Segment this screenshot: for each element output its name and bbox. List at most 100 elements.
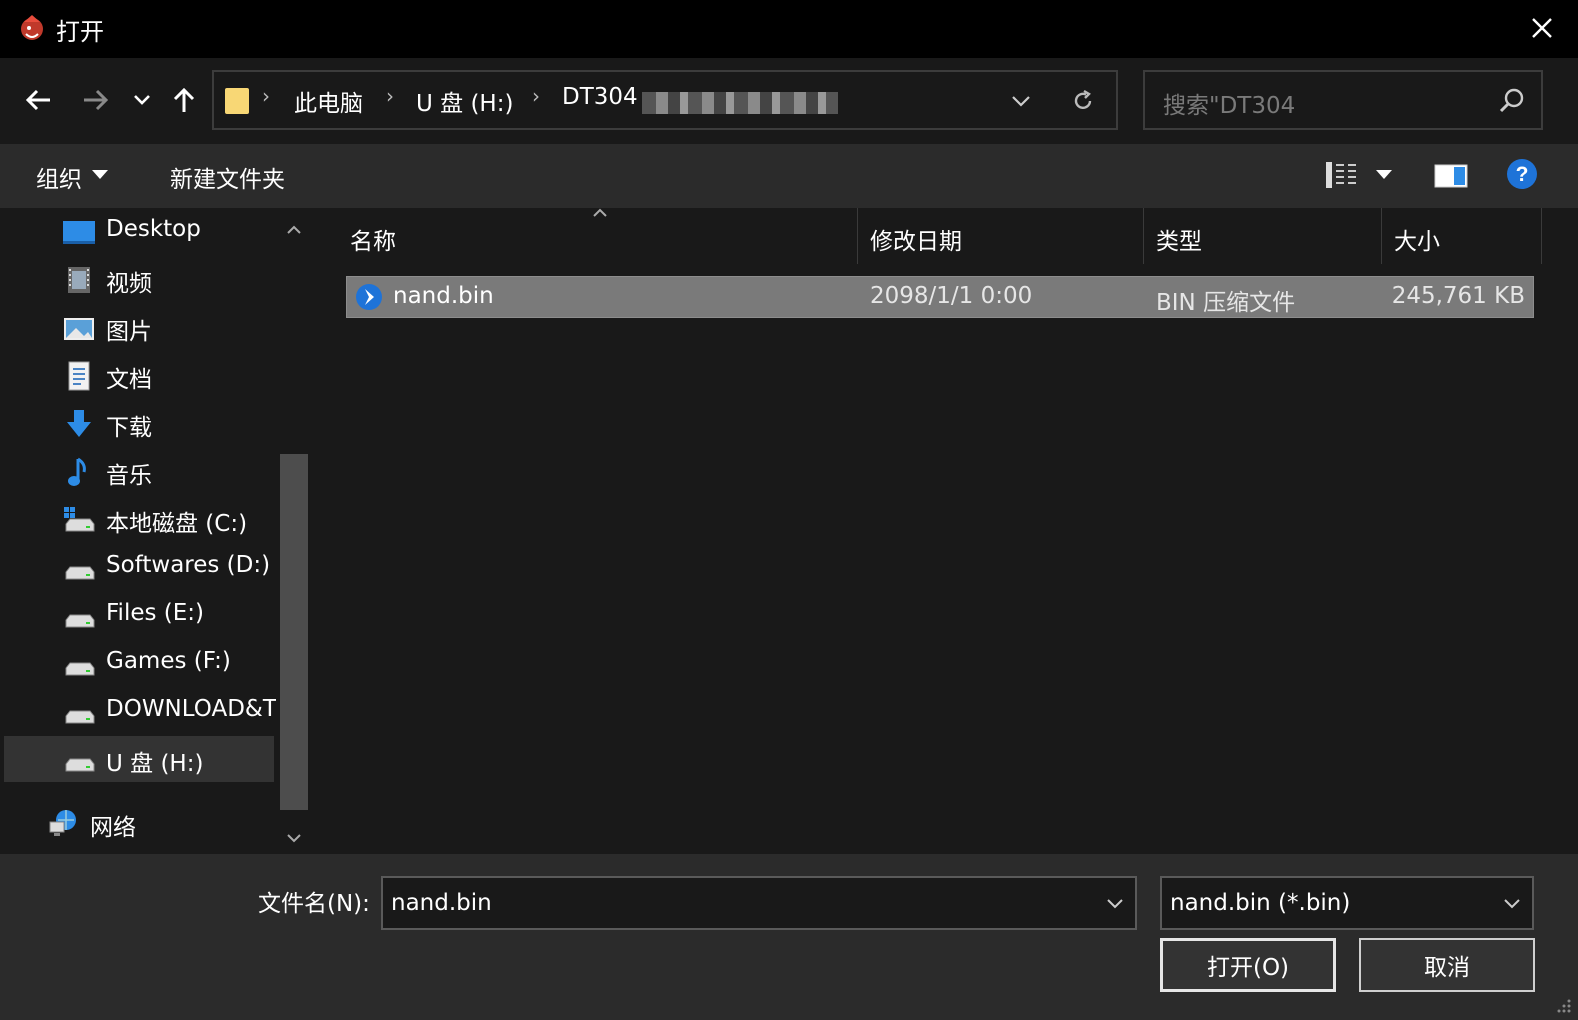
column-header-type[interactable]: 类型 xyxy=(1144,208,1380,264)
caret-down-icon xyxy=(1376,170,1392,179)
open-button[interactable]: 打开(O) xyxy=(1160,938,1336,992)
chevron-down-icon xyxy=(1504,899,1520,909)
column-divider[interactable] xyxy=(1541,208,1542,264)
breadcrumb-drive[interactable]: U 盘 (H:) xyxy=(416,84,513,118)
sidebar-item-network[interactable]: 网络 xyxy=(0,800,258,846)
filter-value: nand.bin (*.bin) xyxy=(1170,890,1351,916)
sidebar-item-documents[interactable]: 文档 xyxy=(4,352,274,398)
address-dropdown-button[interactable] xyxy=(1006,86,1036,116)
caret-down-icon xyxy=(92,170,108,179)
chevron-up-icon xyxy=(287,225,301,234)
sidebar-item-pictures[interactable]: 图片 xyxy=(4,304,274,350)
file-name: nand.bin xyxy=(393,283,494,309)
organize-label: 组织 xyxy=(36,167,82,193)
arrow-right-icon xyxy=(84,89,109,111)
address-bar[interactable]: › 此电脑 › U 盘 (H:) › DT304 xyxy=(212,70,1118,130)
sidebar-item-drive-c[interactable]: 本地磁盘 (C:) xyxy=(4,496,274,542)
sidebar-item-label: 本地磁盘 (C:) xyxy=(106,511,248,537)
close-icon xyxy=(1532,18,1552,38)
scroll-down-button[interactable] xyxy=(282,828,306,848)
filename-input[interactable]: nand.bin xyxy=(381,876,1137,930)
search-box[interactable]: 搜索"DT304 xyxy=(1143,70,1543,130)
scroll-up-button[interactable] xyxy=(282,220,306,240)
filename-value: nand.bin xyxy=(391,890,492,916)
picture-icon xyxy=(64,318,94,340)
column-label: 大小 xyxy=(1394,229,1440,255)
drive-icon xyxy=(65,614,95,628)
sidebar-scrollbar[interactable] xyxy=(276,208,312,854)
resize-grip-icon[interactable] xyxy=(1556,998,1572,1014)
column-label: 名称 xyxy=(350,229,396,255)
back-button[interactable] xyxy=(18,80,58,120)
details-view-icon xyxy=(1326,162,1356,188)
sidebar-item-label: Desktop xyxy=(106,216,201,242)
chevron-down-icon xyxy=(1107,899,1123,909)
sidebar-item-label: Files (E:) xyxy=(106,600,205,626)
document-icon xyxy=(68,361,90,391)
sidebar-item-drive-h[interactable]: U 盘 (H:) xyxy=(4,736,274,782)
breadcrumb-folder[interactable]: DT304 xyxy=(562,84,638,110)
chevron-down-icon xyxy=(1012,96,1030,107)
column-label: 修改日期 xyxy=(870,229,962,255)
preview-pane-icon[interactable] xyxy=(1434,164,1468,188)
recent-locations-button[interactable] xyxy=(124,80,160,120)
svg-text:?: ? xyxy=(1516,163,1529,186)
breadcrumb-separator: › xyxy=(262,84,270,108)
sidebar-item-desktop[interactable]: Desktop xyxy=(4,208,274,254)
file-date: 2098/1/1 0:00 xyxy=(870,283,1033,309)
sidebar-item-label: DOWNLOAD&T xyxy=(106,696,276,722)
video-icon xyxy=(68,267,90,293)
sort-ascending-icon xyxy=(593,208,607,217)
new-folder-button[interactable]: 新建文件夹 xyxy=(170,160,285,194)
drive-icon xyxy=(65,710,95,724)
column-header-date[interactable]: 修改日期 xyxy=(858,208,1142,264)
search-icon[interactable] xyxy=(1497,86,1527,116)
cancel-button[interactable]: 取消 xyxy=(1359,938,1535,992)
sidebar-item-drive-f[interactable]: Games (F:) xyxy=(4,640,274,686)
navigation-pane: Desktop 视频 图片 文档 下载 音乐 本地磁盘 (C:) Softwar… xyxy=(0,208,314,854)
forward-button[interactable] xyxy=(76,80,116,120)
up-button[interactable] xyxy=(164,80,204,120)
file-size: 245,761 KB xyxy=(1391,283,1525,309)
filename-history-dropdown[interactable] xyxy=(1103,892,1127,916)
help-icon[interactable]: ? xyxy=(1506,158,1538,190)
sidebar-item-label: Games (F:) xyxy=(106,648,231,674)
filename-label: 文件名(N): xyxy=(258,891,370,917)
filter-dropdown-button[interactable] xyxy=(1500,892,1524,916)
breadcrumb-separator: › xyxy=(386,84,394,108)
sidebar-item-drive-g[interactable]: DOWNLOAD&T xyxy=(4,688,276,734)
download-icon xyxy=(67,410,91,437)
close-button[interactable] xyxy=(1524,10,1560,46)
file-type: BIN 压缩文件 xyxy=(1156,290,1296,316)
sidebar-item-label: 音乐 xyxy=(106,463,152,489)
redacted-text xyxy=(642,92,838,114)
organize-menu[interactable]: 组织 xyxy=(34,144,124,208)
search-placeholder: 搜索"DT304 xyxy=(1163,93,1296,119)
sidebar-item-videos[interactable]: 视频 xyxy=(4,256,274,302)
refresh-button[interactable] xyxy=(1066,84,1100,118)
drive-icon xyxy=(65,566,95,580)
file-type-filter[interactable]: nand.bin (*.bin) xyxy=(1160,876,1534,930)
column-header-name[interactable]: 名称 xyxy=(336,208,856,264)
sidebar-item-label: 图片 xyxy=(106,319,152,345)
sidebar-item-drive-d[interactable]: Softwares (D:) xyxy=(4,544,274,590)
folder-icon xyxy=(225,88,249,114)
sidebar-item-label: 网络 xyxy=(90,815,136,841)
desktop-icon xyxy=(63,221,95,244)
file-row[interactable]: nand.bin 2098/1/1 0:00 BIN 压缩文件 245,761 … xyxy=(346,276,1534,318)
sidebar-item-label: U 盘 (H:) xyxy=(106,751,204,777)
column-label: 类型 xyxy=(1156,229,1202,255)
column-header-size[interactable]: 大小 xyxy=(1382,208,1542,264)
sidebar-item-label: 下载 xyxy=(106,415,152,441)
refresh-icon xyxy=(1074,89,1092,110)
breadcrumb-this-pc[interactable]: 此电脑 xyxy=(294,84,363,118)
arrow-left-icon xyxy=(25,89,50,111)
sidebar-item-downloads[interactable]: 下载 xyxy=(4,400,274,446)
view-options-button[interactable] xyxy=(1320,158,1400,194)
arrow-up-icon xyxy=(173,87,195,112)
sidebar-item-drive-e[interactable]: Files (E:) xyxy=(4,592,274,638)
title-bar: 打开 xyxy=(0,0,1578,58)
scrollbar-thumb[interactable] xyxy=(280,454,308,810)
sidebar-item-music[interactable]: 音乐 xyxy=(4,448,274,494)
dialog-footer: 文件名(N): nand.bin nand.bin (*.bin) 打开(O) … xyxy=(0,854,1578,1020)
